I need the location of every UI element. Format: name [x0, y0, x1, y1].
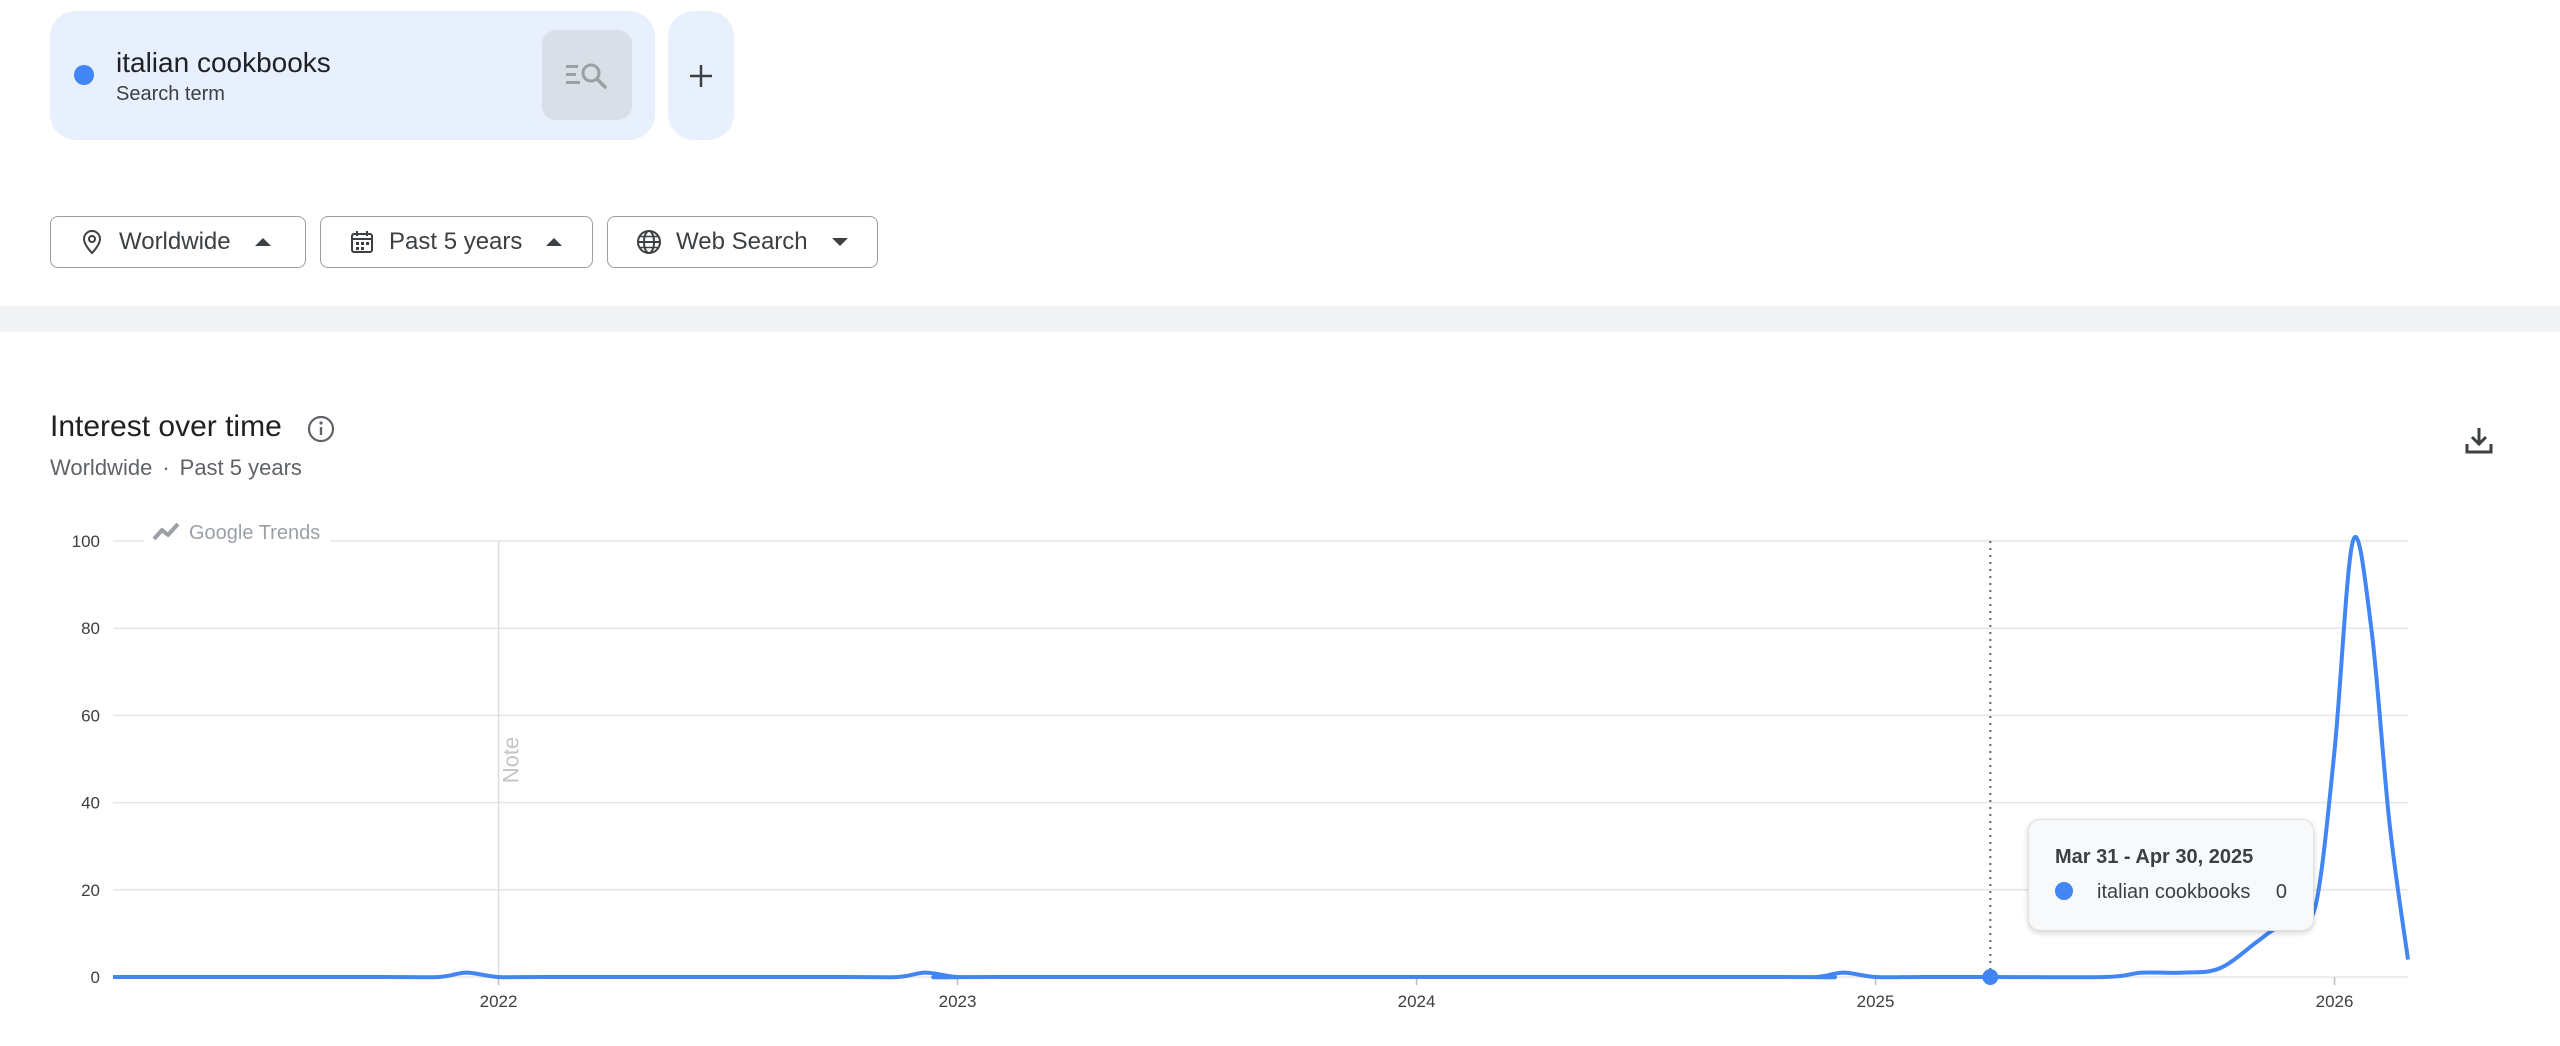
calendar-icon — [349, 229, 375, 255]
watermark-text: Google Trends — [189, 522, 320, 544]
query-refine-button[interactable] — [542, 30, 632, 120]
region-filter-button[interactable]: Worldwide — [50, 216, 306, 268]
search-term-card[interactable]: italian cookbooks Search term — [50, 11, 655, 140]
caret-up-icon — [254, 238, 271, 246]
y-tick-label: 60 — [81, 706, 100, 725]
globe-icon — [636, 229, 662, 255]
note-label: Note — [499, 737, 524, 783]
y-tick-label: 0 — [91, 968, 100, 987]
search-term-type: Search term — [116, 83, 225, 105]
search-term-name[interactable]: italian cookbooks — [116, 47, 331, 79]
y-tick-label: 80 — [81, 619, 100, 638]
section-divider — [0, 306, 2560, 332]
caret-up-icon — [546, 238, 563, 246]
chart-note-layer: Note — [497, 541, 524, 977]
subtitle-time: Past 5 years — [179, 455, 302, 480]
x-tick-label: 2023 — [939, 992, 977, 1011]
subtitle-separator: · — [162, 455, 170, 480]
location-pin-icon — [79, 229, 105, 255]
query-refine-icon — [566, 63, 607, 89]
y-tick-label: 100 — [72, 532, 100, 551]
info-icon[interactable] — [306, 414, 336, 444]
time-filter-label: Past 5 years — [389, 228, 523, 255]
chart-axes: 0 20 40 60 80 100 2022 2023 2024 2025 2026 — [72, 532, 2354, 1011]
series-color-dot — [74, 65, 94, 85]
hover-point — [1982, 969, 1999, 985]
y-tick-label: 40 — [81, 794, 100, 813]
tooltip-series-dot — [2055, 882, 2073, 900]
x-tick-label: 2022 — [480, 992, 518, 1011]
watermark: Google Trends — [144, 518, 330, 544]
x-tick-label: 2025 — [1857, 992, 1895, 1011]
region-filter-label: Worldwide — [119, 228, 231, 255]
property-filter-button[interactable]: Web Search — [607, 216, 878, 268]
tooltip-term: italian cookbooks — [2097, 881, 2251, 903]
add-comparison-button[interactable] — [668, 11, 734, 140]
caret-down-icon — [831, 238, 848, 246]
interest-chart[interactable]: Note Google Trends 0 20 40 60 80 100 2022 2023 2… — [0, 515, 2560, 1046]
section-subtitle: Worldwide · Past 5 years — [50, 455, 302, 481]
section-title: Interest over time — [50, 410, 282, 443]
x-tick-label: 2024 — [1398, 992, 1436, 1011]
subtitle-region: Worldwide — [50, 455, 153, 480]
x-tick-label: 2026 — [2316, 992, 2354, 1011]
download-icon[interactable] — [2462, 424, 2496, 458]
chart-tooltip: Mar 31 - Apr 30, 2025 italian cookbooks … — [2028, 819, 2314, 931]
y-tick-label: 20 — [81, 881, 100, 900]
tooltip-date: Mar 31 - Apr 30, 2025 — [2055, 846, 2254, 868]
tooltip-value: 0 — [2275, 881, 2287, 903]
plus-icon — [690, 64, 712, 87]
time-filter-button[interactable]: Past 5 years — [320, 216, 593, 268]
property-filter-label: Web Search — [676, 228, 808, 255]
